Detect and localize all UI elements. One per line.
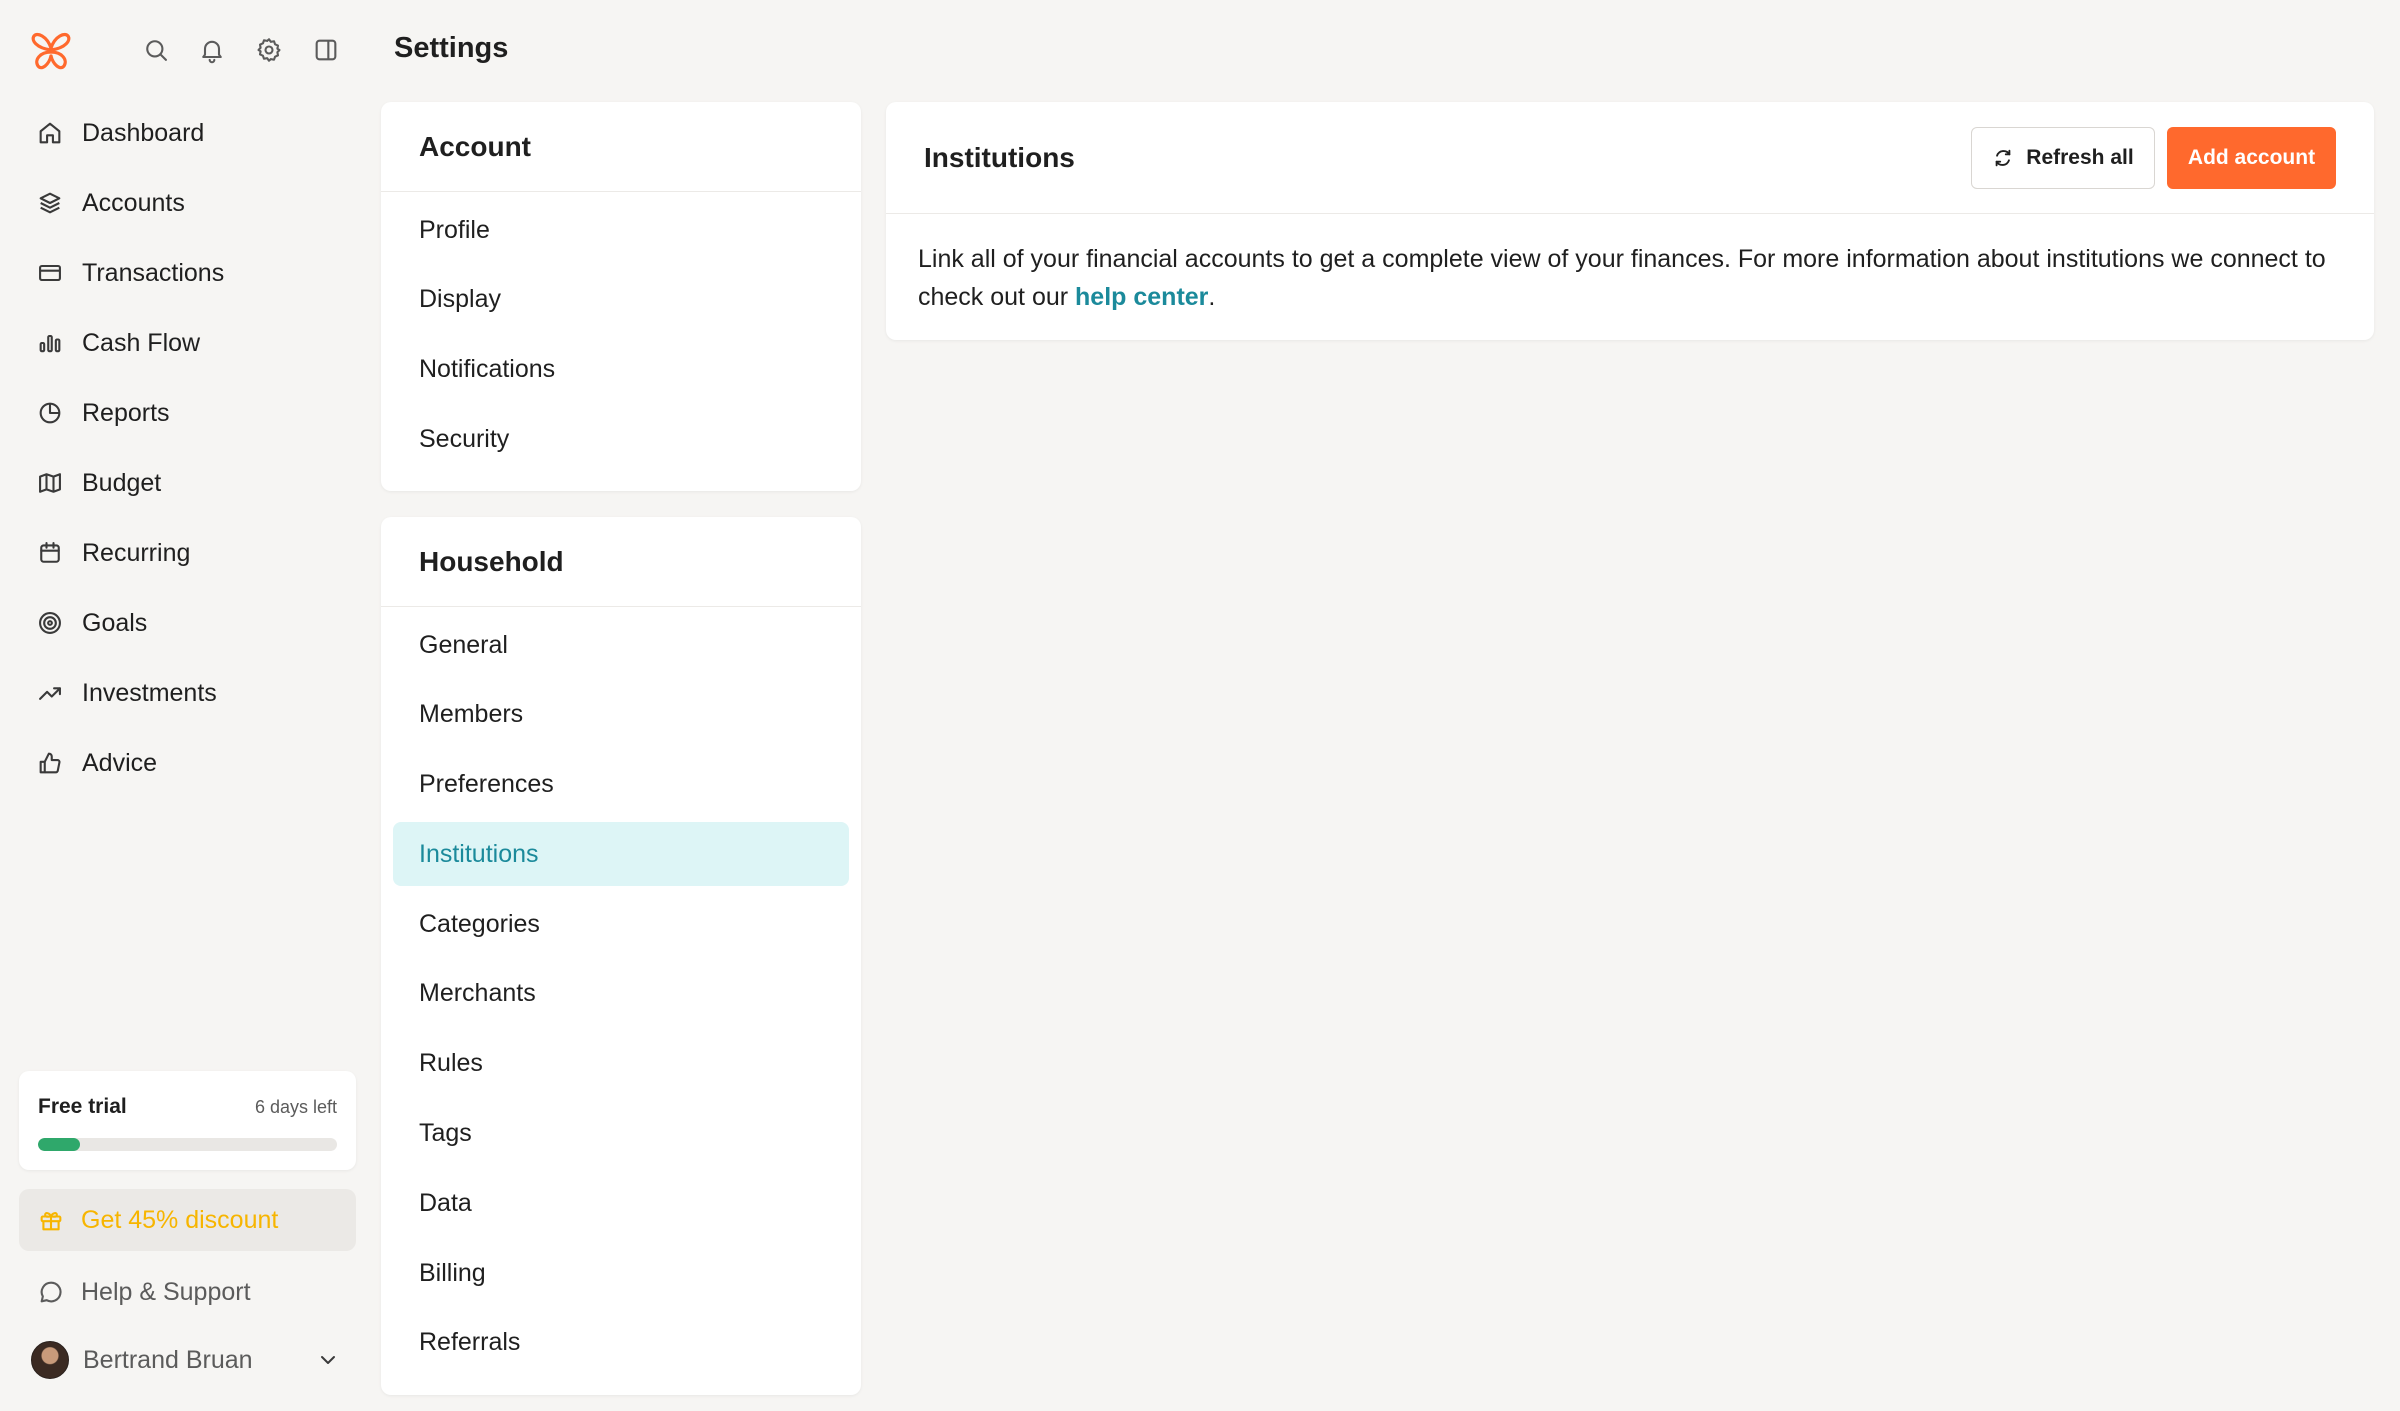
nav-item-label: Dashboard (82, 118, 205, 147)
refresh-all-label: Refresh all (2026, 146, 2134, 169)
layers-icon (36, 189, 64, 217)
trending-up-icon (36, 679, 64, 707)
nav-item-cash-flow[interactable]: Cash Flow (18, 308, 356, 378)
butterfly-logo-icon[interactable] (28, 28, 74, 74)
gift-icon (37, 1206, 65, 1234)
sidebar-toggle-icon[interactable] (312, 36, 340, 64)
institutions-title: Institutions (924, 142, 1075, 173)
trial-progress-fill (38, 1138, 80, 1151)
avatar (31, 1341, 69, 1379)
menu-item-members[interactable]: Members (393, 683, 849, 747)
nav-item-label: Investments (82, 678, 217, 707)
user-menu[interactable]: Bertrand Bruan (19, 1330, 356, 1390)
nav-item-label: Transactions (82, 258, 225, 287)
help-center-link[interactable]: help center (1075, 283, 1208, 311)
nav-item-label: Goals (82, 608, 148, 637)
description-suffix: . (1208, 283, 1216, 311)
refresh-all-button[interactable]: Refresh all (1971, 127, 2155, 189)
discount-label: Get 45% discount (81, 1205, 279, 1234)
menu-item-referrals[interactable]: Referrals (393, 1311, 849, 1375)
search-icon[interactable] (142, 36, 170, 64)
menu-item-preferences[interactable]: Preferences (393, 753, 849, 817)
nav-item-reports[interactable]: Reports (18, 378, 356, 448)
institutions-panel: Institutions Refresh all Add account Lin… (886, 102, 2374, 340)
refresh-icon (1992, 147, 2014, 169)
household-settings-card: Household General Members Preferences In… (381, 517, 861, 1395)
add-account-button[interactable]: Add account (2167, 127, 2336, 189)
menu-item-data[interactable]: Data (393, 1171, 849, 1235)
gear-icon[interactable] (255, 36, 283, 64)
trial-days-left: 6 days left (254, 1097, 337, 1117)
nav-item-label: Accounts (82, 188, 185, 217)
nav-item-label: Recurring (82, 538, 191, 567)
user-name: Bertrand Bruan (83, 1345, 253, 1374)
chevron-down-icon (316, 1348, 340, 1372)
page-title: Settings (394, 32, 509, 64)
nav-item-goals[interactable]: Goals (18, 588, 356, 658)
menu-item-general[interactable]: General (393, 613, 849, 677)
menu-item-institutions[interactable]: Institutions (393, 822, 849, 887)
nav-item-budget[interactable]: Budget (18, 448, 356, 518)
trial-title: Free trial (38, 1095, 127, 1118)
discount-button[interactable]: Get 45% discount (19, 1189, 356, 1251)
nav-item-transactions[interactable]: Transactions (18, 238, 356, 308)
institutions-header: Institutions Refresh all Add account (886, 102, 2374, 214)
top-bar (0, 0, 380, 100)
thumbs-up-icon (36, 749, 64, 777)
home-icon (36, 119, 64, 147)
menu-item-billing[interactable]: Billing (393, 1241, 849, 1305)
nav-item-investments[interactable]: Investments (18, 658, 356, 728)
menu-item-security[interactable]: Security (393, 407, 849, 471)
nav-item-label: Budget (82, 468, 162, 497)
free-trial-card: Free trial 6 days left (19, 1071, 356, 1170)
menu-item-merchants[interactable]: Merchants (393, 962, 849, 1026)
nav-item-accounts[interactable]: Accounts (18, 168, 356, 238)
map-icon (36, 469, 64, 497)
nav-item-dashboard[interactable]: Dashboard (18, 98, 356, 168)
main-nav: Dashboard Accounts Transactions Cash Flo… (18, 98, 356, 798)
account-menu: Profile Display Notifications Security (381, 192, 861, 471)
help-label: Help & Support (81, 1277, 251, 1306)
menu-item-categories[interactable]: Categories (393, 892, 849, 956)
nav-item-label: Reports (82, 398, 170, 427)
nav-item-label: Advice (82, 748, 158, 777)
menu-item-profile[interactable]: Profile (393, 198, 849, 262)
help-support-link[interactable]: Help & Support (19, 1262, 356, 1322)
target-icon (36, 609, 64, 637)
household-section-title: Household (381, 517, 861, 607)
nav-item-recurring[interactable]: Recurring (18, 518, 356, 588)
menu-item-rules[interactable]: Rules (393, 1032, 849, 1096)
menu-item-notifications[interactable]: Notifications (393, 338, 849, 402)
trial-progress-bar (38, 1138, 337, 1151)
bar-chart-icon (36, 329, 64, 357)
institutions-description: Link all of your financial accounts to g… (918, 240, 2338, 316)
credit-card-icon (36, 259, 64, 287)
account-section-title: Account (381, 102, 861, 192)
calendar-icon (36, 539, 64, 567)
nav-item-advice[interactable]: Advice (18, 728, 356, 798)
household-menu: General Members Preferences Institutions… (381, 607, 861, 1375)
chat-bubble-icon (37, 1278, 65, 1306)
nav-item-label: Cash Flow (82, 328, 201, 357)
account-settings-card: Account Profile Display Notifications Se… (381, 102, 861, 491)
menu-item-display[interactable]: Display (393, 268, 849, 332)
pie-chart-icon (36, 399, 64, 427)
menu-item-tags[interactable]: Tags (393, 1102, 849, 1166)
bell-icon[interactable] (198, 36, 226, 64)
